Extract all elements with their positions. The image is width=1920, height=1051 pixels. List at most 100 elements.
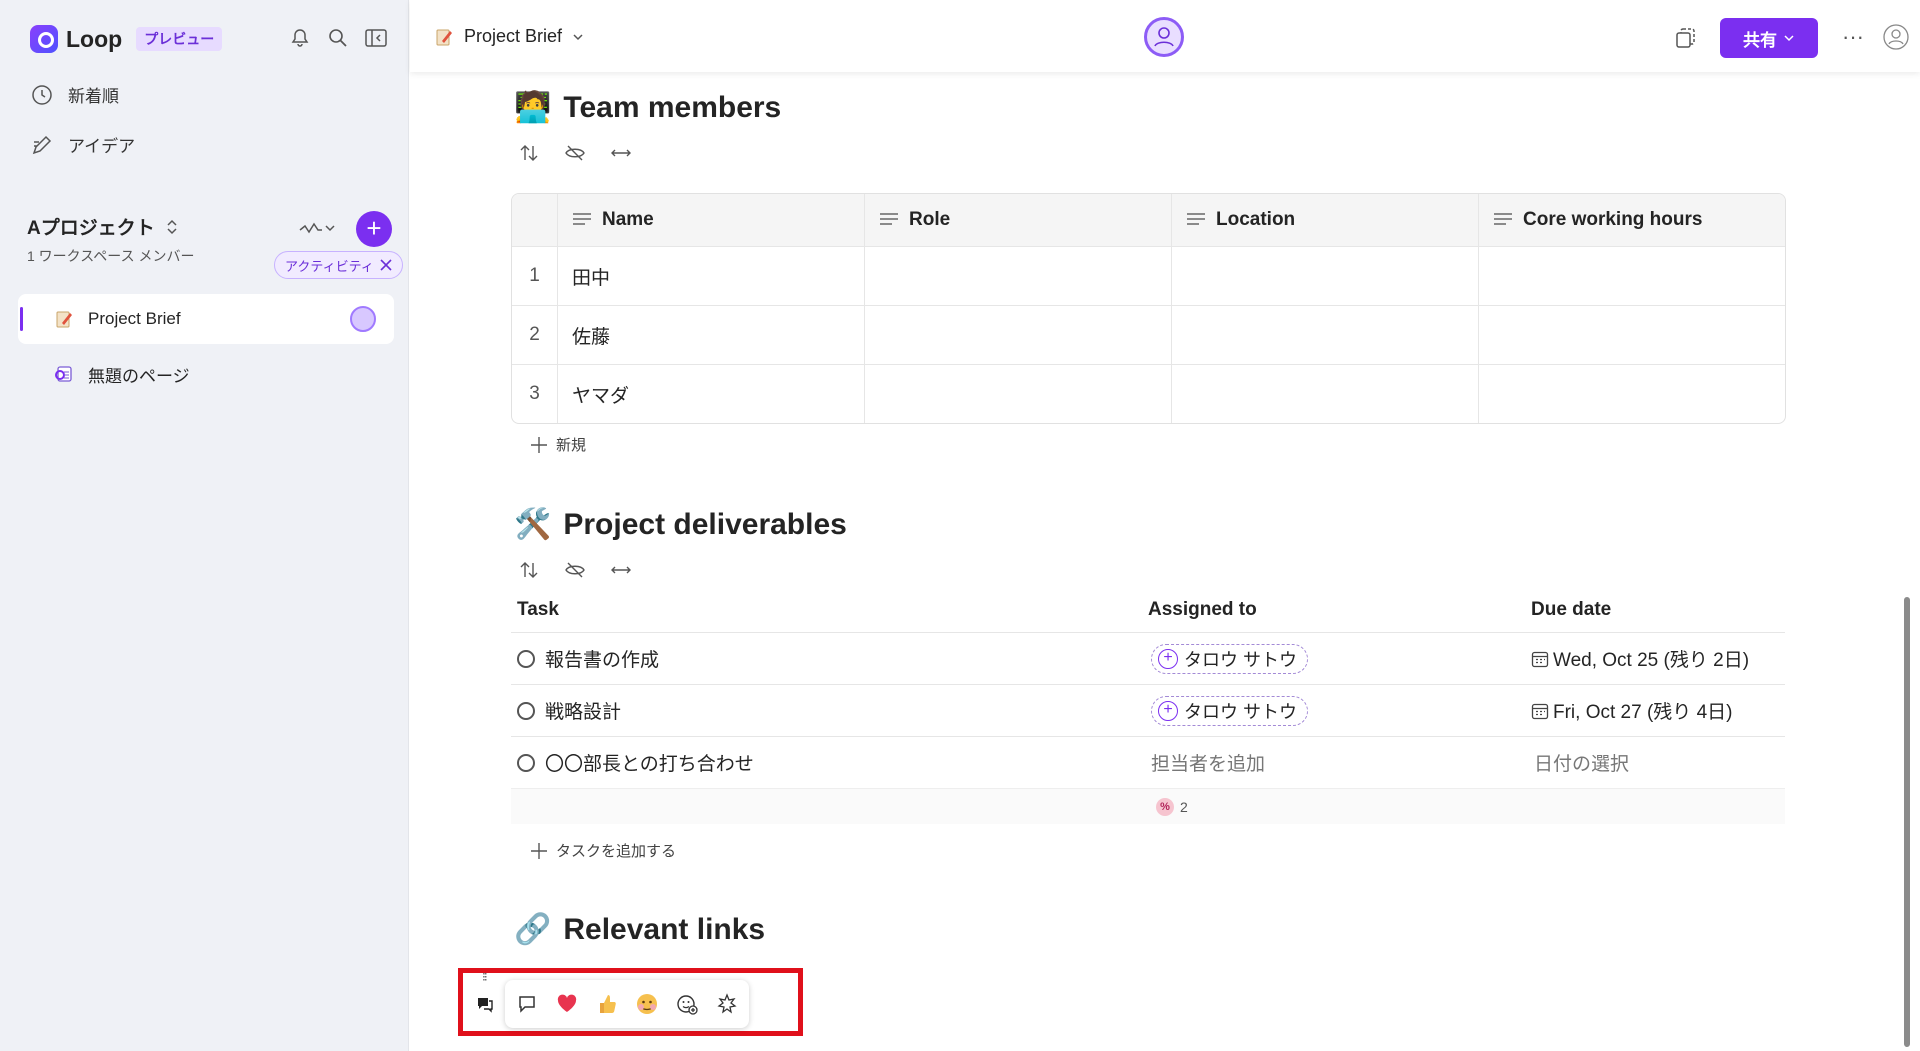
plus-icon bbox=[531, 436, 547, 453]
chevron-down-icon bbox=[1784, 35, 1794, 42]
location-cell[interactable] bbox=[1171, 247, 1478, 305]
row-number: 3 bbox=[529, 383, 540, 404]
add-task-label: タスクを追加する bbox=[556, 843, 677, 860]
add-task-button[interactable]: タスクを追加する bbox=[530, 840, 676, 861]
close-icon[interactable] bbox=[380, 259, 392, 271]
due-date-cell[interactable]: Fri, Oct 27 (残り 4日) bbox=[1531, 697, 1785, 724]
loop-page-icon bbox=[55, 366, 72, 382]
workspace-title[interactable]: Aプロジェクト bbox=[27, 213, 179, 240]
copy-component-icon[interactable] bbox=[1674, 26, 1698, 55]
column-width-icon[interactable] bbox=[610, 142, 632, 164]
document-title-menu[interactable]: Project Brief bbox=[434, 26, 584, 47]
sort-icon[interactable] bbox=[518, 559, 540, 581]
collapse-sidebar-icon[interactable] bbox=[364, 26, 388, 50]
scrollbar[interactable] bbox=[1904, 597, 1910, 1047]
task-row: 〇〇部長との打ち合わせ 担当者を追加 日付の選択 bbox=[511, 736, 1785, 788]
table-row: 2 佐藤 bbox=[512, 305, 1785, 364]
column-header-assigned[interactable]: Assigned to bbox=[1148, 599, 1531, 621]
more-options-icon[interactable]: ··· bbox=[1842, 24, 1864, 50]
column-label: Core working hours bbox=[1523, 209, 1703, 230]
role-cell[interactable] bbox=[864, 306, 1171, 364]
workspace-members: 1 ワークスペース メンバー bbox=[27, 248, 195, 264]
column-label: Name bbox=[602, 209, 654, 230]
name-cell[interactable]: 佐藤 bbox=[557, 306, 864, 364]
role-cell[interactable] bbox=[864, 365, 1171, 423]
activity-filter-chip[interactable]: アクティビティ bbox=[274, 251, 403, 279]
location-cell[interactable] bbox=[1171, 306, 1478, 364]
column-header-role[interactable]: Role bbox=[864, 194, 1171, 246]
column-header-due[interactable]: Due date bbox=[1531, 599, 1785, 621]
task-name[interactable]: 報告書の作成 bbox=[545, 645, 659, 672]
nav-ideas[interactable]: アイデア bbox=[30, 132, 135, 157]
completion-summary[interactable]: % 2 bbox=[1156, 797, 1188, 816]
due-date-cell[interactable]: Wed, Oct 25 (残り 2日) bbox=[1531, 645, 1785, 672]
share-button[interactable]: 共有 bbox=[1720, 18, 1818, 58]
bell-icon[interactable] bbox=[288, 26, 312, 50]
row-number: 2 bbox=[529, 324, 540, 345]
add-page-button[interactable]: + bbox=[356, 211, 392, 247]
hours-cell[interactable] bbox=[1478, 306, 1785, 364]
section-title: Team members bbox=[563, 90, 782, 124]
sidebar-page-untitled[interactable]: 無題のページ bbox=[18, 349, 394, 399]
table-toolbar bbox=[518, 142, 632, 164]
collaborator-avatar[interactable] bbox=[1144, 17, 1184, 57]
activity-filter-icon[interactable] bbox=[298, 216, 338, 245]
hide-columns-icon[interactable] bbox=[564, 559, 586, 581]
task-name[interactable]: 戦略設計 bbox=[545, 697, 621, 724]
assignee-chip[interactable]: + タロウ サトウ bbox=[1151, 695, 1309, 726]
app-logo[interactable]: Loop プレビュー bbox=[30, 25, 223, 53]
table-header-row: Name Role Location Core working hours bbox=[512, 194, 1785, 246]
section-team-members: 🧑‍💻 Team members bbox=[514, 90, 781, 125]
hours-cell[interactable] bbox=[1478, 365, 1785, 423]
sort-icon[interactable] bbox=[518, 142, 540, 164]
share-label: 共有 bbox=[1743, 30, 1777, 50]
table-toolbar bbox=[518, 559, 632, 581]
assignee-name: タロウ サトウ bbox=[1184, 649, 1298, 670]
column-header-core-hours[interactable]: Core working hours bbox=[1478, 194, 1785, 246]
add-row-button[interactable]: 新規 bbox=[530, 434, 586, 455]
task-checkbox[interactable] bbox=[517, 649, 535, 668]
calendar-icon bbox=[1531, 651, 1549, 667]
column-header-name[interactable]: Name bbox=[557, 194, 864, 246]
document-title: Project Brief bbox=[464, 26, 563, 46]
nav-recent-label: 新着順 bbox=[68, 87, 119, 106]
memo-icon bbox=[56, 311, 72, 328]
add-assignee-placeholder[interactable]: 担当者を追加 bbox=[1151, 749, 1265, 776]
chevron-updown-icon bbox=[167, 219, 177, 234]
task-summary-row: % 2 bbox=[511, 788, 1785, 824]
hours-cell[interactable] bbox=[1478, 247, 1785, 305]
row-number: 1 bbox=[529, 265, 540, 286]
table-row: 1 田中 bbox=[512, 246, 1785, 305]
add-person-icon: + bbox=[1158, 648, 1178, 669]
column-header-task[interactable]: Task bbox=[511, 599, 1148, 621]
task-checkbox[interactable] bbox=[517, 753, 535, 772]
heart-emoji[interactable] bbox=[555, 992, 579, 1016]
text-column-icon bbox=[880, 213, 898, 225]
task-checkbox[interactable] bbox=[517, 701, 535, 720]
thinking-emoji[interactable] bbox=[635, 992, 659, 1016]
nav-recent[interactable]: 新着順 bbox=[30, 82, 119, 107]
preview-badge: プレビュー bbox=[136, 27, 223, 51]
sidebar-page-project-brief[interactable]: Project Brief bbox=[18, 294, 394, 344]
task-name[interactable]: 〇〇部長との打ち合わせ bbox=[545, 749, 754, 776]
assignee-chip[interactable]: + タロウ サトウ bbox=[1151, 643, 1309, 674]
add-reaction-icon[interactable] bbox=[675, 992, 699, 1016]
name-cell[interactable]: ヤマダ bbox=[557, 365, 864, 423]
idea-pen-icon bbox=[32, 135, 52, 154]
user-profile-icon[interactable] bbox=[1883, 24, 1909, 55]
column-width-icon[interactable] bbox=[610, 559, 632, 581]
comments-icon[interactable] bbox=[475, 994, 495, 1019]
name-cell[interactable]: 田中 bbox=[557, 247, 864, 305]
drag-handle-icon[interactable]: ⁝⁝ bbox=[482, 970, 487, 984]
thumbs-up-emoji[interactable] bbox=[595, 992, 619, 1016]
select-date-placeholder[interactable]: 日付の選択 bbox=[1534, 749, 1629, 776]
role-cell[interactable] bbox=[864, 247, 1171, 305]
hide-columns-icon[interactable] bbox=[564, 142, 586, 164]
celebrate-icon[interactable] bbox=[715, 992, 739, 1016]
location-cell[interactable] bbox=[1171, 365, 1478, 423]
search-icon[interactable] bbox=[326, 26, 350, 50]
comment-icon[interactable] bbox=[515, 992, 539, 1016]
loop-logo-icon bbox=[30, 25, 58, 53]
column-header-location[interactable]: Location bbox=[1171, 194, 1478, 246]
assignee-name: タロウ サトウ bbox=[1184, 701, 1298, 722]
